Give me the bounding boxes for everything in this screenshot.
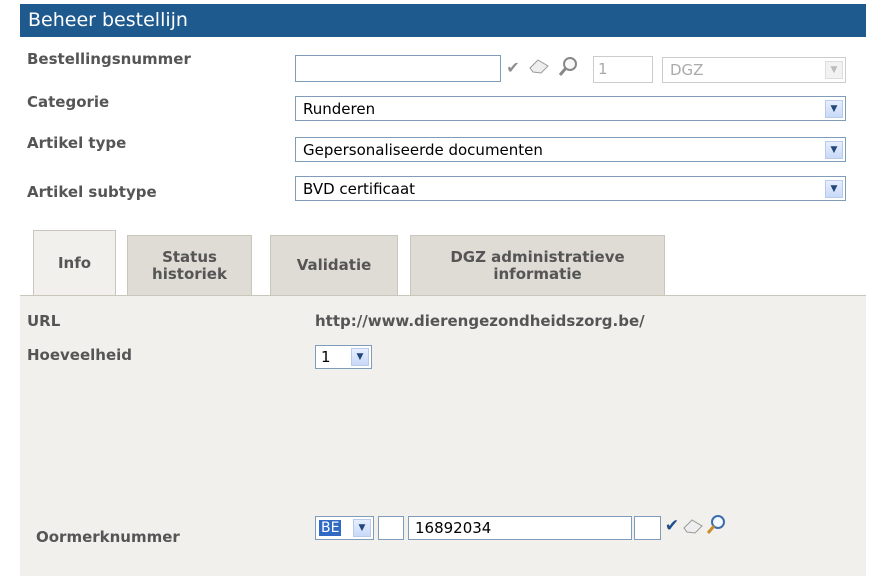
bestellingsnummer-input[interactable] [295, 55, 501, 82]
artikel-subtype-select[interactable]: BVD certificaat ▼ [295, 176, 846, 201]
check-icon[interactable]: ✔ [504, 58, 522, 78]
oormerk-extra-input[interactable] [634, 516, 661, 540]
artikel-type-label: Artikel type [27, 134, 127, 152]
categorie-value: Runderen [303, 99, 376, 118]
tab-validatie[interactable]: Validatie [270, 235, 398, 295]
chevron-down-icon[interactable]: ▼ [825, 61, 843, 79]
categorie-select[interactable]: Runderen ▼ [295, 96, 846, 121]
hoeveelheid-value: 1 [321, 348, 331, 366]
magnifier-icon[interactable] [556, 56, 580, 78]
chevron-down-icon[interactable]: ▼ [825, 140, 843, 159]
info-panel: URL http://www.dierengezondheidszorg.be/… [20, 295, 866, 576]
eraser-icon[interactable] [527, 58, 551, 74]
chevron-down-icon[interactable]: ▼ [825, 179, 843, 198]
oormerknummer-label: Oormerknummer [36, 528, 180, 546]
url-label: URL [27, 312, 61, 330]
artikel-type-select[interactable]: Gepersonaliseerde documenten ▼ [295, 137, 846, 162]
hoeveelheid-label: Hoeveelheid [27, 346, 133, 364]
chevron-down-icon[interactable]: ▼ [825, 99, 843, 118]
bestellingsnummer-count-input[interactable]: 1 [593, 56, 653, 83]
bestellingsnummer-select-value: DGZ [670, 61, 704, 79]
tab-status-historiek[interactable]: Status historiek [127, 235, 252, 295]
eraser-icon[interactable] [682, 518, 704, 534]
oormerk-country-select[interactable]: BE ▼ [315, 516, 374, 540]
url-value[interactable]: http://www.dierengezondheidszorg.be/ [315, 312, 645, 330]
oormerk-country-value: BE [319, 520, 342, 536]
tab-dgz-administratieve-informatie[interactable]: DGZ administratieve informatie [410, 235, 665, 295]
categorie-label: Categorie [27, 93, 110, 111]
tab-info[interactable]: Info [33, 230, 116, 296]
chevron-down-icon[interactable]: ▼ [353, 519, 371, 537]
bestellingsnummer-label: Bestellingsnummer [27, 50, 191, 68]
page-title: Beheer bestellijn [20, 4, 866, 37]
chevron-down-icon[interactable]: ▼ [351, 348, 369, 366]
artikel-type-value: Gepersonaliseerde documenten [303, 140, 543, 159]
magnifier-icon[interactable] [704, 514, 728, 536]
hoeveelheid-select[interactable]: 1 ▼ [315, 345, 372, 369]
oormerk-number-input[interactable]: 16892034 [408, 516, 632, 540]
check-icon[interactable]: ✔ [664, 516, 680, 536]
artikel-subtype-value: BVD certificaat [303, 179, 416, 198]
artikel-subtype-label: Artikel subtype [27, 183, 157, 201]
oormerk-prefix-input[interactable] [378, 516, 404, 540]
bestellingsnummer-select[interactable]: DGZ ▼ [662, 57, 846, 83]
